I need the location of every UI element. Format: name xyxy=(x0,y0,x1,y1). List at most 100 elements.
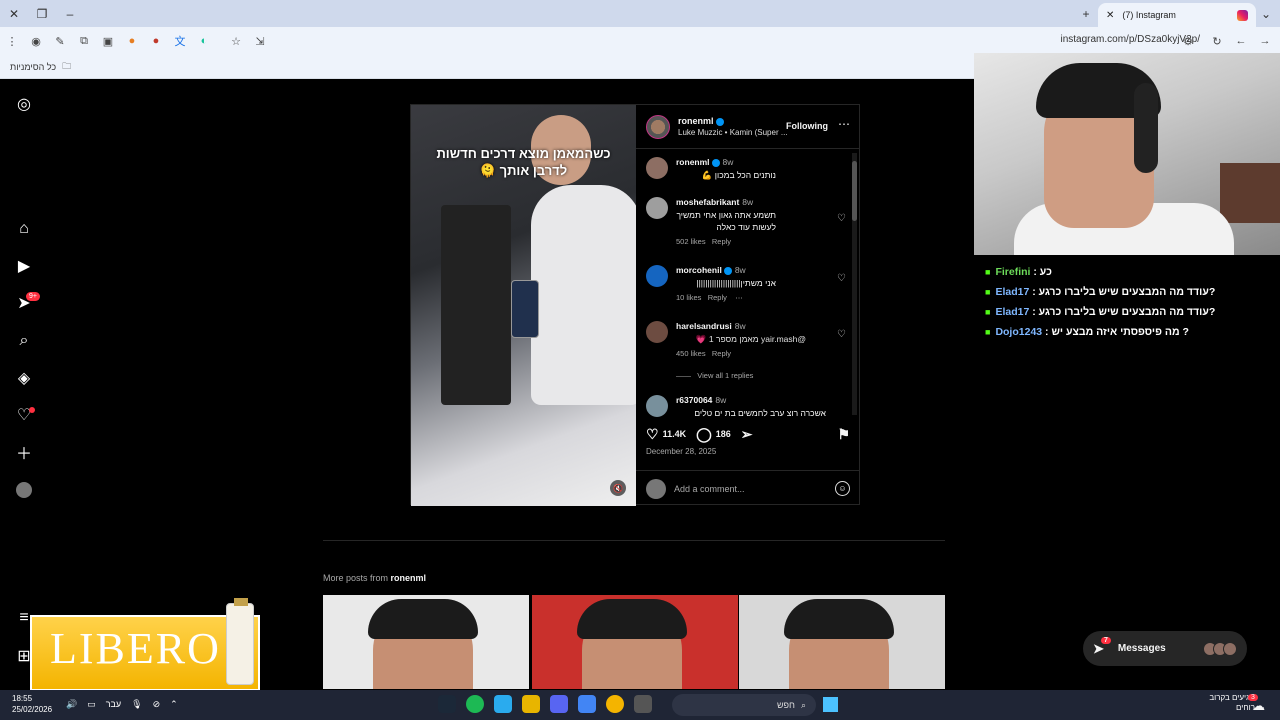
microphone-icon[interactable]: 🎙 xyxy=(131,699,142,710)
reply-button[interactable]: Reply xyxy=(712,237,731,246)
cast-icon[interactable]: ⇲ xyxy=(248,27,272,55)
discord-icon[interactable] xyxy=(550,695,568,713)
tray-chevron-icon[interactable]: ⌃ xyxy=(170,699,178,710)
comment-avatar[interactable] xyxy=(646,157,668,179)
comment-username[interactable]: r6370064 8w xyxy=(676,395,726,405)
home-icon[interactable]: ⌂ xyxy=(14,219,34,239)
more-post-thumbnail[interactable] xyxy=(739,595,945,689)
extension-orange-icon[interactable]: ● xyxy=(120,27,144,55)
comment-like-icon[interactable]: ♡ xyxy=(837,329,846,340)
back-icon[interactable]: → xyxy=(1253,27,1277,55)
chrome-icon[interactable] xyxy=(606,695,624,713)
close-tab-icon[interactable]: ✕ xyxy=(1106,10,1114,21)
extension-red-icon[interactable]: ● xyxy=(144,27,168,55)
comment-meta: 502 likes Reply xyxy=(676,237,731,246)
network-icon[interactable]: ▭ xyxy=(87,699,96,710)
steam-icon[interactable] xyxy=(438,695,456,713)
comment-username[interactable]: ronenml 8w xyxy=(676,157,733,167)
ad-brand: LIBERO xyxy=(50,624,221,673)
view-replies-link[interactable]: —— View all 1 replies xyxy=(676,371,753,380)
taskbar-clock[interactable]: 18:55 25/02/2026 xyxy=(12,693,52,715)
comment-avatar[interactable] xyxy=(646,321,668,343)
windows-start-icon[interactable] xyxy=(823,697,838,712)
minimize-window-icon[interactable]: – xyxy=(56,0,84,27)
comment-avatar[interactable] xyxy=(646,197,668,219)
more-post-thumbnail[interactable] xyxy=(323,595,529,689)
reels-icon[interactable]: ▶ xyxy=(14,256,34,276)
comment-like-icon[interactable]: ♡ xyxy=(837,273,846,284)
messages-button[interactable]: ➤ 7 Messages xyxy=(1083,631,1247,666)
search-icon: ⌕ xyxy=(800,699,806,710)
following-button[interactable]: Following xyxy=(786,121,828,131)
maximize-window-icon[interactable]: ❐ xyxy=(28,0,56,27)
author-username[interactable]: ronenml xyxy=(678,116,788,126)
likes-count[interactable]: 11.4K xyxy=(663,429,687,439)
save-icon[interactable]: ⚑ xyxy=(837,426,850,443)
puzzle-icon[interactable]: ⧉ xyxy=(72,27,96,55)
all-bookmarks-label[interactable]: כל הסימניות xyxy=(10,62,56,72)
widgets-icon[interactable]: ☁ xyxy=(1252,698,1265,714)
profile-icon[interactable]: ◉ xyxy=(24,27,48,55)
chat-username: Dojo1243 xyxy=(995,326,1043,338)
post-header: ronenml Luke Muzzic • Kamin (Super ... F… xyxy=(636,105,860,149)
comment-username[interactable]: moshefabrikant 8w xyxy=(676,197,753,207)
comment-avatar[interactable] xyxy=(646,265,668,287)
audio-label[interactable]: Luke Muzzic • Kamin (Super ... xyxy=(678,128,788,137)
translate-icon[interactable]: 文 xyxy=(168,27,192,55)
comment-time: 8w xyxy=(722,157,734,167)
comment-like-icon[interactable]: ♡ xyxy=(837,213,846,224)
comment-username[interactable]: morcohenil 8w xyxy=(676,265,746,275)
mute-icon[interactable]: 🔇 xyxy=(610,480,626,496)
comment-likes[interactable]: 502 likes xyxy=(676,237,706,246)
new-tab-icon[interactable]: + xyxy=(1072,0,1100,27)
comments-scrollbar[interactable] xyxy=(852,153,857,415)
screen-icon[interactable]: ▣ xyxy=(96,27,120,55)
tab-search-icon[interactable]: ⌄ xyxy=(1252,0,1280,27)
notepad-icon[interactable] xyxy=(578,695,596,713)
author-avatar[interactable] xyxy=(646,114,670,139)
language-indicator[interactable]: עבר xyxy=(106,699,121,710)
file-explorer-icon[interactable] xyxy=(634,695,652,713)
search-icon[interactable]: ⌕ xyxy=(14,331,34,351)
menu-icon[interactable]: ⋮ xyxy=(0,27,24,55)
profile-avatar[interactable] xyxy=(14,480,34,500)
tab-instagram[interactable]: ✕ (7) Instagram xyxy=(1098,3,1256,27)
telegram-icon[interactable] xyxy=(494,695,512,713)
close-window-icon[interactable]: ✕ xyxy=(0,0,28,27)
emoji-icon[interactable]: ☺ xyxy=(835,481,850,496)
more-options-icon[interactable]: ⋯ xyxy=(838,117,850,131)
comment-likes[interactable]: 10 likes xyxy=(676,293,701,302)
scrollbar-thumb[interactable] xyxy=(852,161,857,221)
bookmark-star-icon[interactable]: ☆ xyxy=(224,27,248,55)
add-comment-input[interactable]: Add a comment... xyxy=(674,484,745,494)
comment-options-icon[interactable]: ⋯ xyxy=(735,293,743,302)
more-post-thumbnail[interactable] xyxy=(532,595,738,689)
comment-likes[interactable]: 450 likes xyxy=(676,349,706,358)
instagram-logo-icon[interactable]: ◎ xyxy=(14,94,34,114)
comment-icon[interactable]: ◯ xyxy=(696,426,712,443)
spotify-icon[interactable] xyxy=(466,695,484,713)
site-settings-icon[interactable]: ⚙ xyxy=(1176,27,1200,55)
volume-icon[interactable]: 🔊 xyxy=(66,699,77,710)
comment-avatar[interactable] xyxy=(646,395,668,417)
explore-icon[interactable]: ◈ xyxy=(14,368,34,388)
reply-button[interactable]: Reply xyxy=(712,349,731,358)
create-icon[interactable]: ＋ xyxy=(14,442,34,463)
app-yellow-icon[interactable] xyxy=(522,695,540,713)
taskbar-search[interactable]: חפש ⌕ xyxy=(672,694,816,716)
reply-button[interactable]: Reply xyxy=(708,293,727,302)
grammar-icon[interactable]: ◐ xyxy=(192,27,216,55)
extension-icon[interactable]: ✎ xyxy=(48,27,72,55)
comment-text: אני משתין|||||||||||||||||||| xyxy=(696,278,776,288)
chat-username: Elad17 xyxy=(995,286,1030,298)
like-icon[interactable]: ♡ xyxy=(646,426,659,443)
reload-icon[interactable]: ↻ xyxy=(1205,27,1229,55)
forward-icon[interactable]: ← xyxy=(1229,27,1253,55)
more-posts-user[interactable]: ronenml xyxy=(391,573,427,583)
share-icon[interactable]: ➢ xyxy=(741,426,753,443)
wifi-off-icon[interactable]: ⊘ xyxy=(153,699,161,710)
chat-text: : עודד מה המבצעים שיש בליברו כרגע? xyxy=(1032,286,1216,298)
post-video[interactable]: כשהמאמן מוצא דרכים חדשות לדרבן אותך 🫠 🔇 xyxy=(411,105,636,506)
weather-widget[interactable]: מגיעים בקרוב רוחים xyxy=(1195,693,1255,713)
comment-username[interactable]: harelsandrusi 8w xyxy=(676,321,746,331)
